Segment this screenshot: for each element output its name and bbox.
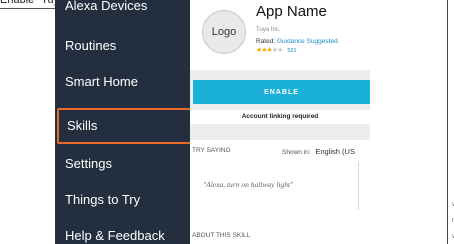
skill-logo: Logo [202, 10, 246, 54]
star-icons: ★★★★★ [256, 47, 283, 54]
try-saying-heading: TRY SAYING [192, 147, 231, 154]
sidebar-item-alexa-devices[interactable]: Alexa Devices [65, 0, 147, 13]
sidebar-item-help-feedback[interactable]: Help & Feedback [65, 228, 165, 243]
right-panel [371, 0, 448, 244]
skill-detail-panel: Logo App Name Tuya Inc. Rated: Guidance … [190, 0, 370, 244]
sidebar-item-skills[interactable]: Skills [57, 108, 190, 144]
star-rating[interactable]: ★★★★★ 521 [256, 46, 297, 54]
language-value: English (US [315, 147, 355, 156]
sidebar-menu: Alexa Devices Routines Smart Home Skills… [55, 0, 190, 244]
account-linking-note: Account linking required [190, 110, 370, 124]
rating-count: 521 [287, 48, 297, 54]
shown-in-label: Shown in: [282, 149, 311, 156]
enable-button[interactable]: ENABLE [193, 80, 370, 104]
sidebar-item-settings[interactable]: Settings [65, 156, 112, 171]
sidebar-item-things-to-try[interactable]: Things to Try [65, 192, 140, 207]
skill-app-name: App Name [256, 3, 327, 20]
sidebar-item-smart-home[interactable]: Smart Home [65, 74, 138, 89]
utterance-text: "Alexa, turn on hallway light" [203, 180, 294, 189]
guidance-link[interactable]: Guidance Suggested [277, 38, 338, 45]
utterance-card: "Alexa, turn on hallway light" [190, 162, 359, 210]
sidebar-item-routines[interactable]: Routines [65, 38, 116, 53]
skill-rating-guidance: Rated: Guidance Suggested [256, 38, 338, 45]
right-divider [447, 0, 448, 244]
about-skill-heading: ABOUT THIS SKILL [192, 232, 251, 239]
rated-label: Rated: [256, 38, 276, 45]
language-selector[interactable]: Shown in: English (US [282, 147, 355, 156]
skill-developer: Tuya Inc. [256, 27, 281, 33]
